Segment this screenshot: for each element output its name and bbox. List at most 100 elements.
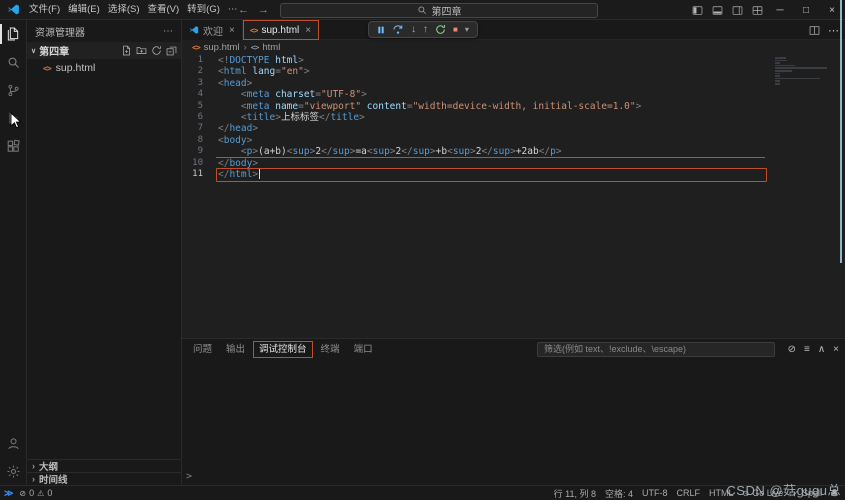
- panel-tab[interactable]: 端口: [347, 340, 380, 359]
- extensions-icon: [6, 139, 21, 154]
- csdn-watermark: CSDN @菇gugu总: [726, 480, 841, 499]
- files-icon: [5, 26, 21, 42]
- sidebar-title: 资源管理器: [35, 24, 85, 39]
- problems-status[interactable]: ⊘0 ⚠0: [19, 488, 52, 498]
- toggle-secondary-sidebar-icon[interactable]: [727, 0, 747, 20]
- panel-tab[interactable]: 终端: [314, 340, 347, 359]
- panel-tabs: 问题输出调试控制台终端端口: [186, 340, 380, 359]
- menu-item[interactable]: 文件(F): [25, 0, 64, 20]
- panel-tab[interactable]: 输出: [219, 340, 252, 359]
- chevron-down-icon[interactable]: ▾: [465, 26, 469, 34]
- toggle-sidebar-icon[interactable]: [687, 0, 707, 20]
- line-number: 2: [182, 66, 212, 77]
- section-label: 时间线: [39, 472, 68, 486]
- code-line[interactable]: <head>: [218, 78, 845, 89]
- refresh-icon[interactable]: [151, 45, 162, 56]
- remote-icon[interactable]: ≫: [4, 488, 13, 499]
- settings-button[interactable]: [0, 457, 27, 485]
- search-icon: [6, 55, 21, 70]
- restart-icon[interactable]: [435, 24, 446, 35]
- file-item[interactable]: <> sup.html: [27, 59, 181, 77]
- code-line[interactable]: <meta name="viewport" content="width=dev…: [218, 101, 845, 112]
- panel-tab[interactable]: 调试控制台: [252, 340, 314, 359]
- activity-explorer[interactable]: [0, 20, 27, 48]
- chevron-right-icon: ›: [244, 42, 247, 53]
- filter-input[interactable]: [537, 342, 775, 357]
- account-icon: [6, 436, 21, 451]
- status-item[interactable]: CRLF: [677, 488, 701, 498]
- html-file-icon: <>: [43, 64, 51, 73]
- back-icon[interactable]: ←: [238, 4, 249, 16]
- sidebar-explorer: 资源管理器 ⋯ ∨ 第四章 <> sup.html ›大纲›时间线: [27, 20, 182, 485]
- code-line[interactable]: <html lang="en">: [218, 66, 845, 77]
- tab-bar-tabs: 欢迎×<>sup.html×: [182, 20, 319, 39]
- split-editor-icon[interactable]: [809, 25, 820, 36]
- code-line[interactable]: </html>: [218, 169, 845, 180]
- activity-extensions[interactable]: [0, 132, 27, 160]
- customize-layout-icon[interactable]: [747, 0, 767, 20]
- status-item[interactable]: UTF-8: [642, 488, 668, 498]
- status-item[interactable]: 空格: 4: [605, 487, 633, 500]
- clear-console-icon[interactable]: ⊘: [788, 344, 796, 355]
- panel-tab[interactable]: 问题: [186, 340, 219, 359]
- close-icon[interactable]: ×: [229, 25, 235, 36]
- forward-icon[interactable]: →: [258, 4, 269, 16]
- step-into-icon[interactable]: ↓: [411, 25, 416, 35]
- editor-tab[interactable]: <>sup.html×: [243, 20, 319, 40]
- pause-icon[interactable]: [377, 25, 385, 35]
- status-item[interactable]: 行 11, 列 8: [554, 487, 596, 500]
- breadcrumb-file[interactable]: sup.html: [204, 42, 240, 53]
- breadcrumb: <> sup.html › <> html: [182, 40, 845, 54]
- toggle-panel-icon[interactable]: [707, 0, 727, 20]
- minimap[interactable]: [775, 57, 833, 85]
- maximize-panel-icon[interactable]: ∧: [818, 344, 825, 355]
- title-bar: 文件(F)编辑(E)选择(S)查看(V)转到(G)⋯ ← → 第四章 ─ □ ×: [0, 0, 845, 20]
- editor-more-actions-icon[interactable]: ⋯: [828, 24, 839, 37]
- titlebar-controls: ─ □ ×: [687, 0, 845, 20]
- new-folder-icon[interactable]: [136, 45, 147, 56]
- file-name: sup.html: [56, 62, 96, 74]
- search-text: 第四章: [432, 3, 462, 18]
- menu-item[interactable]: 查看(V): [143, 0, 183, 20]
- debug-toolbar: ↓ ↑ ■ ▾: [368, 21, 478, 38]
- new-file-icon[interactable]: [121, 45, 132, 56]
- code-line[interactable]: <!DOCTYPE html>: [218, 55, 845, 66]
- code-line[interactable]: <p>(a+b)<sup>2</sup>=a<sup>2</sup>+b<sup…: [218, 146, 845, 157]
- warning-icon: ⚠: [37, 489, 44, 498]
- line-number: 7: [182, 123, 212, 134]
- console-prompt[interactable]: >: [186, 471, 192, 482]
- collapse-all-icon[interactable]: [166, 45, 177, 56]
- editor-tab[interactable]: 欢迎×: [182, 20, 243, 40]
- code-line[interactable]: <title>上标标签</title>: [218, 112, 845, 123]
- activity-search[interactable]: [0, 48, 27, 76]
- mouse-cursor: [10, 112, 22, 129]
- maximize-button[interactable]: □: [793, 0, 819, 20]
- line-number: 4: [182, 89, 212, 100]
- code-line[interactable]: <body>: [218, 135, 845, 146]
- menu-item[interactable]: 编辑(E): [64, 0, 104, 20]
- folder-name: 第四章: [39, 43, 69, 58]
- error-icon: ⊘: [19, 489, 26, 498]
- panel-layout-icon[interactable]: ≡: [804, 344, 810, 355]
- panel-header: 问题输出调试控制台终端端口 ⊘ ≡ ∧ ×: [182, 339, 845, 359]
- sidebar-section[interactable]: ›时间线: [27, 472, 181, 485]
- minimize-button[interactable]: ─: [767, 0, 793, 20]
- close-icon[interactable]: ×: [305, 25, 311, 36]
- menu-item[interactable]: 选择(S): [104, 0, 144, 20]
- more-actions-icon[interactable]: ⋯: [163, 26, 173, 37]
- command-center-search[interactable]: 第四章: [280, 3, 598, 18]
- breadcrumb-symbol[interactable]: html: [262, 42, 280, 53]
- code-line[interactable]: <meta charset="UTF-8">: [218, 89, 845, 100]
- close-panel-icon[interactable]: ×: [833, 344, 839, 355]
- explorer-section-header[interactable]: ∨ 第四章: [27, 42, 181, 59]
- step-over-icon[interactable]: [392, 24, 404, 35]
- code-line[interactable]: </head>: [218, 123, 845, 134]
- activity-source-control[interactable]: [0, 76, 27, 104]
- step-out-icon[interactable]: ↑: [423, 25, 428, 35]
- menu-item[interactable]: 转到(G): [183, 0, 224, 20]
- account-button[interactable]: [0, 429, 27, 457]
- bottom-panel: 问题输出调试控制台终端端口 ⊘ ≡ ∧ × >: [182, 338, 845, 485]
- sidebar-section[interactable]: ›大纲: [27, 459, 181, 472]
- stop-icon[interactable]: ■: [453, 26, 458, 34]
- section-label: 大纲: [39, 459, 58, 473]
